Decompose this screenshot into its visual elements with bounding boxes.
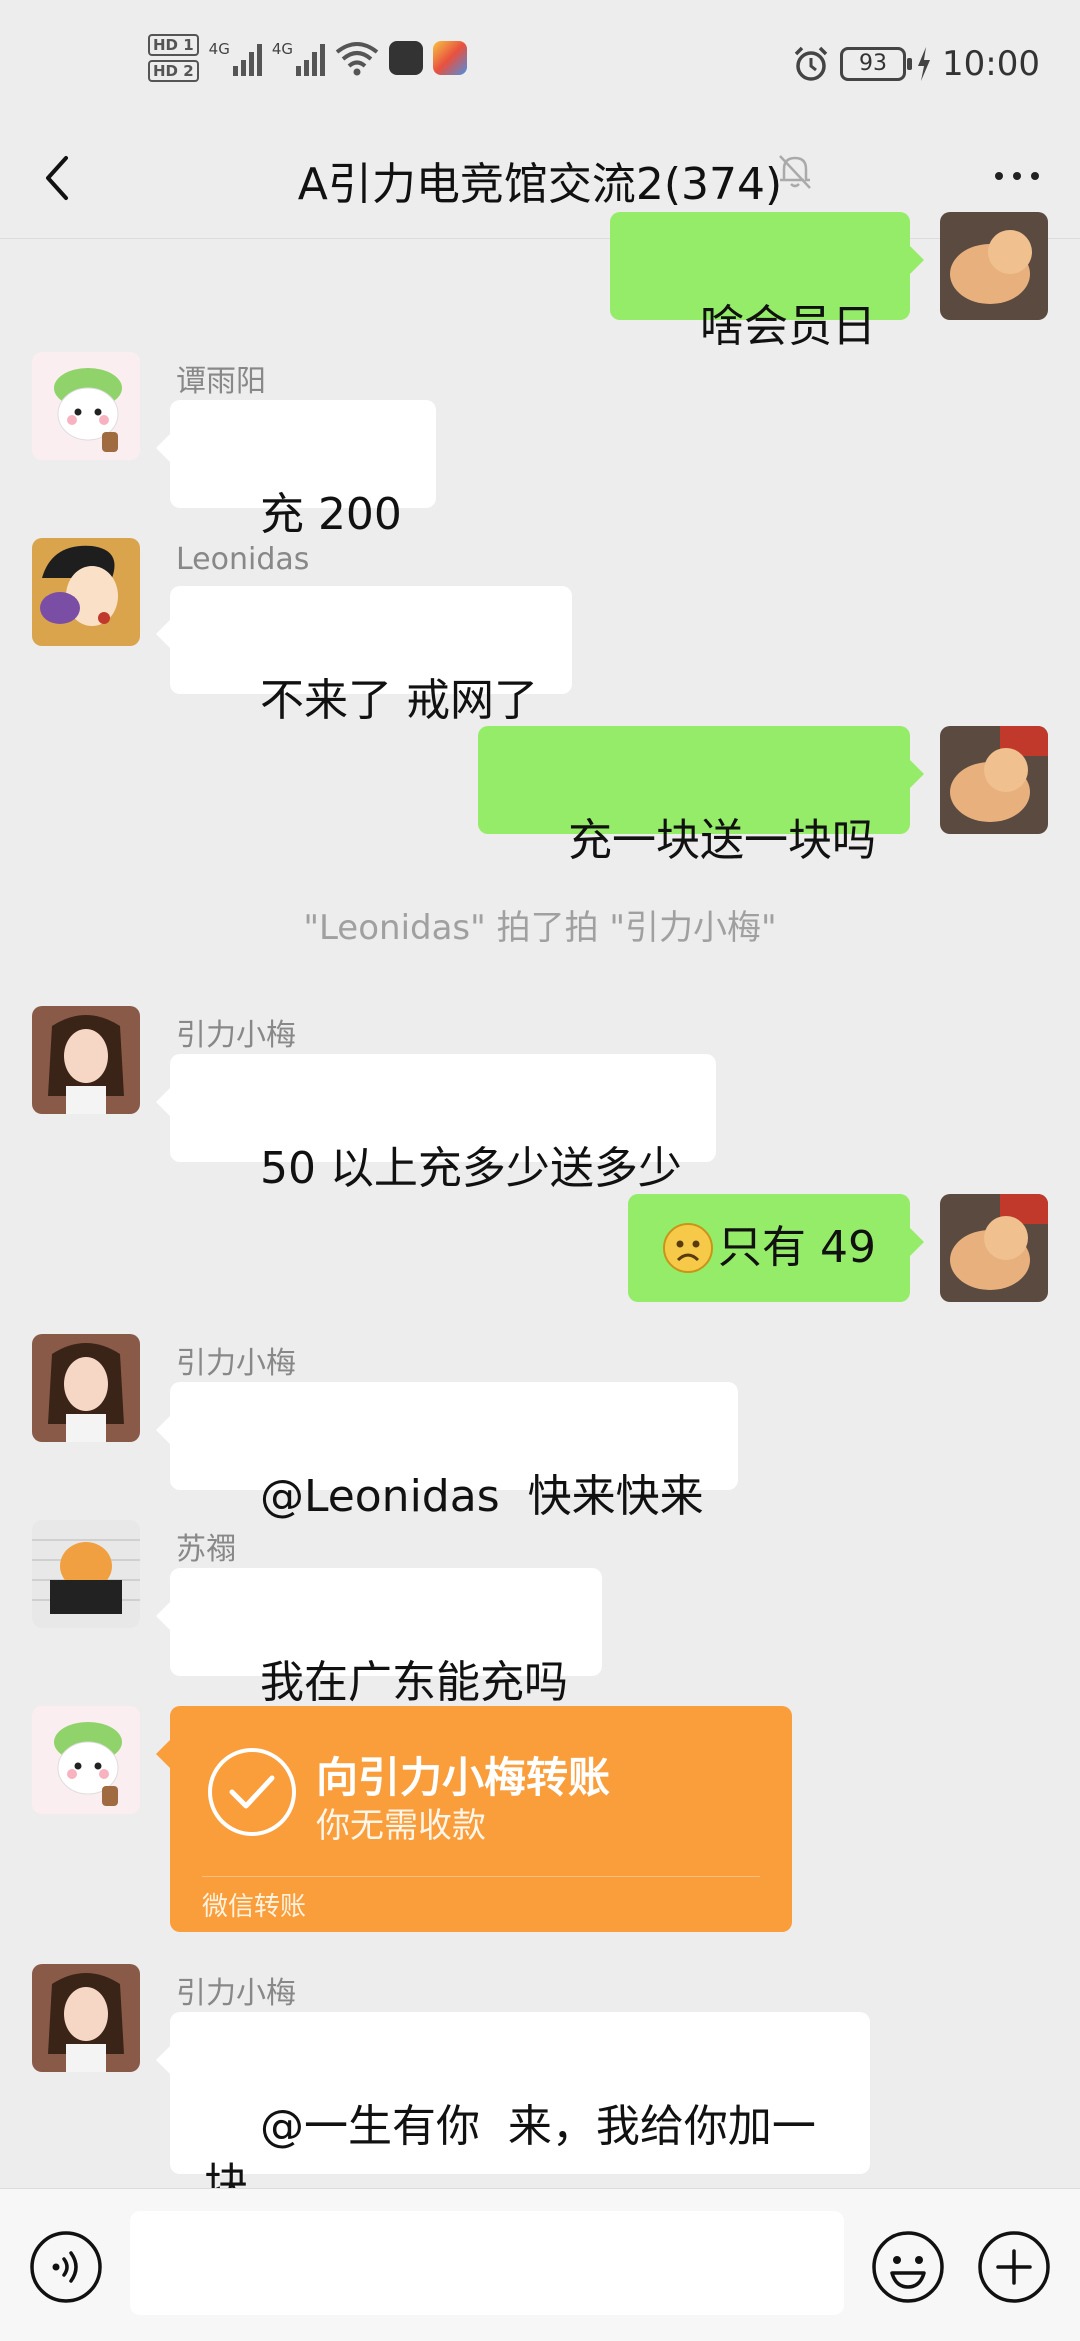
plus-button[interactable] xyxy=(976,2229,1052,2305)
divider xyxy=(202,1876,760,1877)
message-bubble[interactable]: 只有 49 xyxy=(628,1194,924,1302)
sender-name: 引力小梅 xyxy=(176,1018,296,1053)
wifi-icon xyxy=(335,42,379,76)
sender-name: Leonidas xyxy=(176,542,310,577)
avatar[interactable] xyxy=(32,1706,140,1814)
avatar[interactable] xyxy=(940,1194,1048,1302)
portrait-avatar-icon xyxy=(32,1006,140,1114)
battery-indicator: 93 xyxy=(840,47,913,81)
check-circle-icon xyxy=(208,1748,296,1836)
avatar[interactable] xyxy=(940,212,1048,320)
hd2-badge: HD 2 xyxy=(148,60,199,82)
sender-name: 谭雨阳 xyxy=(176,364,266,399)
message-bubble[interactable]: 啥会员日 xyxy=(610,212,924,352)
input-bar xyxy=(0,2188,1080,2341)
pat-system-note: "Leonidas" 拍了拍 "引力小梅" xyxy=(303,908,777,948)
status-right: 93 10:00 xyxy=(792,44,1040,84)
portrait-avatar-icon xyxy=(32,1964,140,2072)
message-text: 50 以上充多少送多少 xyxy=(259,1143,682,1194)
avatar[interactable] xyxy=(32,1964,140,2072)
cartoon-avatar-icon xyxy=(32,538,140,646)
signal-1-icon: 4G xyxy=(209,40,262,76)
message-text: 我在广东能充吗 xyxy=(259,1657,568,1708)
sad-face-icon xyxy=(663,1223,714,1273)
status-left: HD 1 HD 2 4G 4G xyxy=(148,34,468,82)
panda-avatar-icon xyxy=(32,1706,140,1814)
dot-icon xyxy=(995,172,1003,180)
network-type-2: 4G xyxy=(271,40,294,58)
cat-sign-avatar-icon xyxy=(32,1520,140,1628)
voice-button[interactable] xyxy=(28,2229,104,2305)
panda-avatar-icon xyxy=(32,352,140,460)
sender-name: 引力小梅 xyxy=(176,1976,296,2011)
emoji-button[interactable] xyxy=(870,2229,946,2305)
transfer-subtitle: 你无需收款 xyxy=(316,1806,486,1846)
avatar[interactable] xyxy=(32,352,140,460)
dot-icon xyxy=(1013,172,1021,180)
message-text: 啥会员日 xyxy=(700,301,876,352)
notification-app-icon xyxy=(433,41,468,75)
mute-bell-icon xyxy=(779,155,811,189)
message-input[interactable] xyxy=(130,2211,844,2315)
charging-icon xyxy=(918,47,931,81)
cat-avatar-icon xyxy=(940,1194,1048,1302)
more-options-button[interactable] xyxy=(984,154,1050,198)
message-bubble[interactable]: 充一块送一块吗 xyxy=(478,726,924,866)
dot-icon xyxy=(1031,172,1039,180)
signal-2-icon: 4G xyxy=(271,40,326,76)
avatar[interactable] xyxy=(32,1006,140,1114)
message-text: 充 200 xyxy=(259,489,402,540)
message-text: 只有 49 xyxy=(718,1222,876,1273)
avatar[interactable] xyxy=(940,726,1048,834)
hd-indicators: HD 1 HD 2 xyxy=(148,34,199,82)
message-bubble[interactable]: 充 200 xyxy=(156,400,436,540)
sender-name: 引力小梅 xyxy=(176,1346,296,1381)
transfer-footer: 微信转账 xyxy=(202,1892,307,1922)
clock: 10:00 xyxy=(942,44,1040,84)
huawei-app-icon xyxy=(389,41,424,75)
chat-header: A引力电竞馆交流2(374) xyxy=(0,120,1080,239)
sender-name: 苏禤 xyxy=(176,1532,236,1567)
alarm-icon xyxy=(794,46,828,81)
message-text: 不来了 戒网了 xyxy=(259,675,538,726)
message-text: 充一块送一块吗 xyxy=(568,815,876,866)
network-type-1: 4G xyxy=(208,40,230,58)
avatar[interactable] xyxy=(32,1520,140,1628)
chat-title: A引力电竞馆交流2(374) xyxy=(297,159,783,210)
message-bubble[interactable]: @一生有你 来，我给你加一块， 凑成 50 xyxy=(156,2012,870,2268)
message-bubble[interactable]: @Leonidas 快来快来 xyxy=(156,1382,738,1522)
portrait-avatar-icon xyxy=(32,1334,140,1442)
cat-avatar-icon xyxy=(940,212,1048,320)
avatar[interactable] xyxy=(32,538,140,646)
message-bubble[interactable]: 我在广东能充吗 xyxy=(156,1568,602,1708)
transfer-card[interactable]: 向引力小梅转账 你无需收款 微信转账 xyxy=(156,1706,792,1932)
transfer-title: 向引力小梅转账 xyxy=(316,1753,611,1802)
cat-avatar-icon xyxy=(940,726,1048,834)
message-bubble[interactable]: 50 以上充多少送多少 xyxy=(156,1054,716,1194)
status-bar: HD 1 HD 2 4G 4G 93 10:00 xyxy=(0,0,1080,120)
avatar[interactable] xyxy=(32,1334,140,1442)
hd1-badge: HD 1 xyxy=(148,34,199,56)
message-text: @Leonidas 快来快来 xyxy=(259,1471,704,1522)
message-bubble[interactable]: 不来了 戒网了 xyxy=(156,586,572,726)
